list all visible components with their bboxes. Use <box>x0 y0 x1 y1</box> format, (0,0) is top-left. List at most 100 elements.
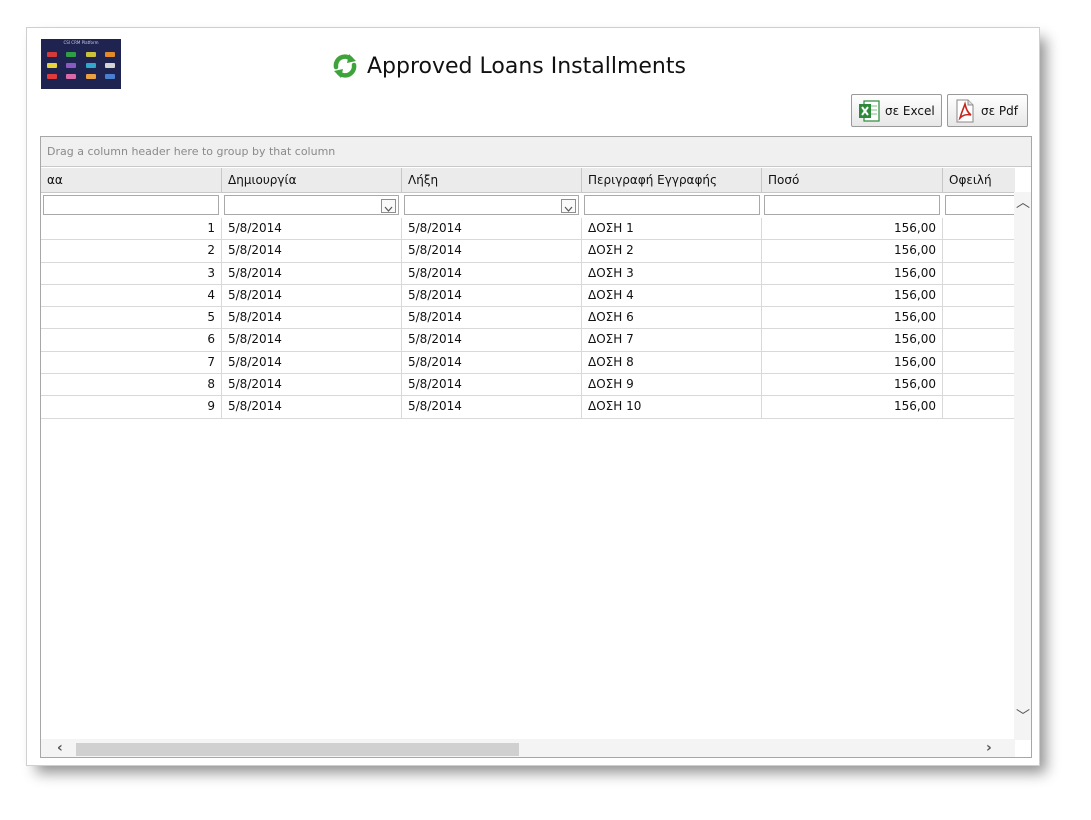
scroll-up-icon[interactable]: ︿ <box>1016 196 1030 210</box>
table-row[interactable]: 5 5/8/2014 5/8/2014 ΔΟΣΗ 6 156,00 <box>41 307 1015 330</box>
export-pdf-label: σε Pdf <box>981 103 1018 118</box>
cell-expires: 5/8/2014 <box>402 307 582 329</box>
column-header-aa[interactable]: αα <box>41 168 222 192</box>
excel-icon <box>859 99 880 122</box>
column-header-created[interactable]: Δημιουργία <box>222 168 402 192</box>
cell-owed <box>943 240 1015 261</box>
cell-created: 5/8/2014 <box>222 262 402 284</box>
group-by-panel[interactable]: Drag a column header here to group by th… <box>41 137 1031 167</box>
page-title: Approved Loans Installments <box>367 53 686 79</box>
column-header-amount[interactable]: Ποσό <box>762 168 943 192</box>
cell-created: 5/8/2014 <box>222 307 402 329</box>
crm-logo: CSI CRM Platform <box>41 39 121 89</box>
cell-expires: 5/8/2014 <box>402 374 582 396</box>
cell-expires: 5/8/2014 <box>402 396 582 418</box>
cell-aa: 2 <box>41 240 222 262</box>
cell-description: ΔΟΣΗ 9 <box>582 374 762 396</box>
cell-amount: 156,00 <box>762 262 943 284</box>
report-window: CSI CRM Platform Approved Loans Installm… <box>26 27 1040 766</box>
column-header-owed[interactable]: Οφειλή <box>943 168 1015 192</box>
cell-aa: 8 <box>41 374 222 396</box>
cell-created: 5/8/2014 <box>222 396 402 418</box>
cell-description: ΔΟΣΗ 4 <box>582 284 762 307</box>
cell-description: ΔΟΣΗ 1 <box>582 218 762 240</box>
logo-text: CSI CRM Platform <box>63 40 99 45</box>
cell-aa: 9 <box>41 396 222 418</box>
filter-description-input[interactable] <box>584 195 760 215</box>
cell-created: 5/8/2014 <box>222 240 402 262</box>
cell-amount: 156,00 <box>762 218 943 240</box>
cell-aa: 4 <box>41 284 222 307</box>
cell-owed <box>943 396 1015 417</box>
cell-owed <box>943 263 1015 284</box>
cell-created: 5/8/2014 <box>222 284 402 307</box>
refresh-icon[interactable] <box>331 52 359 80</box>
cell-expires: 5/8/2014 <box>402 329 582 351</box>
horizontal-scrollbar[interactable]: ‹ › <box>41 739 1015 757</box>
cell-amount: 156,00 <box>762 329 943 351</box>
cell-description: ΔΟΣΗ 3 <box>582 262 762 284</box>
cell-created: 5/8/2014 <box>222 329 402 351</box>
grid-body: 1 5/8/2014 5/8/2014 ΔΟΣΗ 1 156,00 2 5/8/2014 5/… <box>41 218 1015 419</box>
column-header-expires[interactable]: Λήξη <box>402 168 582 192</box>
export-excel-label: σε Excel <box>885 103 935 118</box>
cell-aa: 6 <box>41 329 222 351</box>
table-row[interactable]: 3 5/8/2014 5/8/2014 ΔΟΣΗ 3 156,00 <box>41 262 1015 285</box>
cell-amount: 156,00 <box>762 351 943 374</box>
cell-description: ΔΟΣΗ 8 <box>582 351 762 374</box>
scroll-left-icon[interactable]: ‹ <box>57 741 63 755</box>
filter-created-input[interactable] <box>224 195 399 215</box>
cell-created: 5/8/2014 <box>222 374 402 396</box>
table-row[interactable]: 6 5/8/2014 5/8/2014 ΔΟΣΗ 7 156,00 <box>41 329 1015 352</box>
cell-amount: 156,00 <box>762 240 943 262</box>
cell-aa: 3 <box>41 262 222 284</box>
cell-description: ΔΟΣΗ 2 <box>582 240 762 262</box>
table-row[interactable]: 9 5/8/2014 5/8/2014 ΔΟΣΗ 10 156,00 <box>41 396 1015 419</box>
column-header-row: αα Δημιουργία Λήξη Περιγραφή Εγγραφής Πο… <box>41 168 1015 193</box>
cell-expires: 5/8/2014 <box>402 240 582 262</box>
table-row[interactable]: 4 5/8/2014 5/8/2014 ΔΟΣΗ 4 156,00 <box>41 284 1015 308</box>
cell-aa: 7 <box>41 351 222 374</box>
chevron-down-icon <box>384 206 393 212</box>
data-grid: Drag a column header here to group by th… <box>40 136 1032 758</box>
cell-description: ΔΟΣΗ 7 <box>582 329 762 351</box>
vertical-scrollbar[interactable]: ︿ ﹀ <box>1014 192 1031 740</box>
filter-aa-input[interactable] <box>43 195 219 215</box>
cell-amount: 156,00 <box>762 374 943 396</box>
cell-owed <box>943 218 1015 239</box>
cell-aa: 1 <box>41 218 222 240</box>
table-row[interactable]: 2 5/8/2014 5/8/2014 ΔΟΣΗ 2 156,00 <box>41 240 1015 263</box>
cell-owed <box>943 352 1015 373</box>
cell-owed <box>943 285 1015 306</box>
cell-amount: 156,00 <box>762 307 943 329</box>
page-header: Approved Loans Installments <box>331 48 686 84</box>
filter-row <box>41 193 1015 217</box>
cell-description: ΔΟΣΗ 10 <box>582 396 762 418</box>
chevron-down-icon <box>564 206 573 212</box>
filter-expires-dropdown[interactable] <box>561 199 576 213</box>
cell-description: ΔΟΣΗ 6 <box>582 307 762 329</box>
export-pdf-button[interactable]: σε Pdf <box>947 94 1028 127</box>
cell-expires: 5/8/2014 <box>402 218 582 240</box>
cell-owed <box>943 307 1015 328</box>
table-row[interactable]: 8 5/8/2014 5/8/2014 ΔΟΣΗ 9 156,00 <box>41 374 1015 397</box>
filter-created-dropdown[interactable] <box>381 199 396 213</box>
filter-owed-input[interactable] <box>945 195 1015 215</box>
cell-created: 5/8/2014 <box>222 218 402 240</box>
table-row[interactable]: 7 5/8/2014 5/8/2014 ΔΟΣΗ 8 156,00 <box>41 351 1015 375</box>
table-row[interactable]: 1 5/8/2014 5/8/2014 ΔΟΣΗ 1 156,00 <box>41 218 1015 241</box>
cell-amount: 156,00 <box>762 396 943 418</box>
scroll-right-icon[interactable]: › <box>986 741 992 755</box>
cell-expires: 5/8/2014 <box>402 284 582 307</box>
filter-amount-input[interactable] <box>764 195 940 215</box>
cell-created: 5/8/2014 <box>222 351 402 374</box>
export-excel-button[interactable]: σε Excel <box>851 94 942 127</box>
filter-expires-input[interactable] <box>404 195 579 215</box>
column-header-description[interactable]: Περιγραφή Εγγραφής <box>582 168 762 192</box>
pdf-icon <box>956 99 974 122</box>
cell-owed <box>943 329 1015 350</box>
cell-amount: 156,00 <box>762 284 943 307</box>
cell-owed <box>943 374 1015 395</box>
horizontal-scroll-thumb[interactable] <box>76 743 519 756</box>
scroll-down-icon[interactable]: ﹀ <box>1016 710 1030 724</box>
